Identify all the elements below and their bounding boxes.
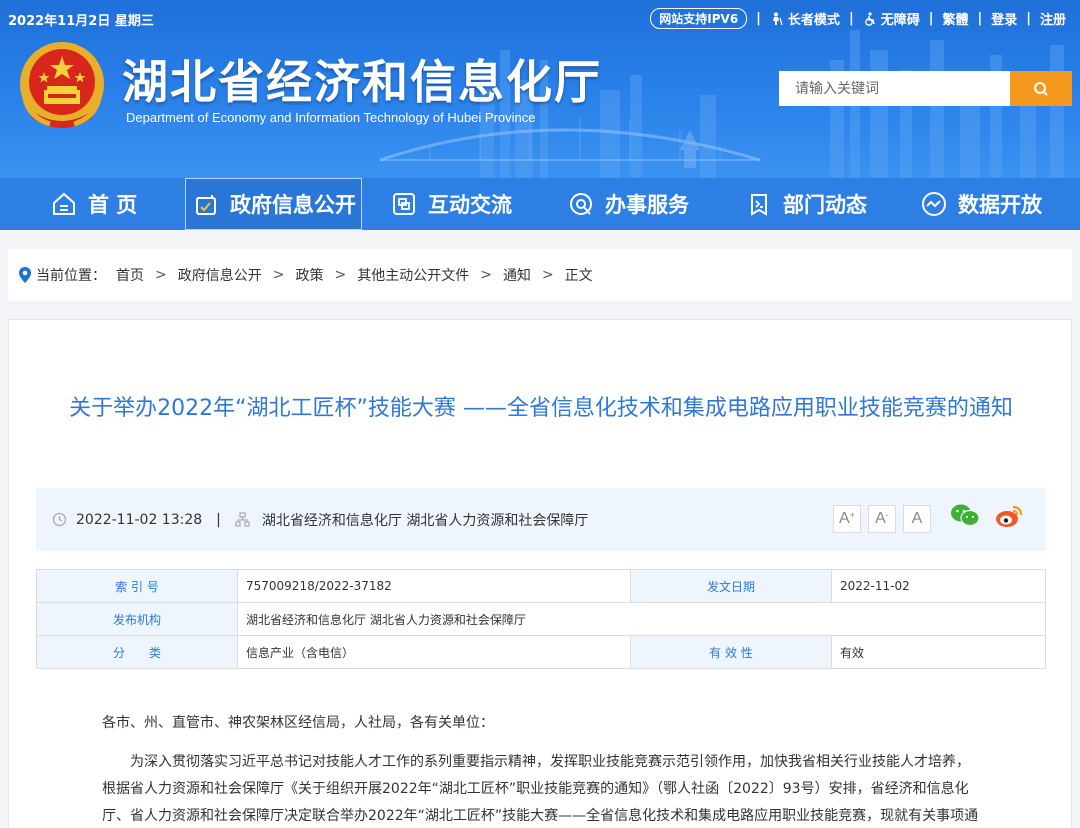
org-icon	[235, 512, 250, 527]
search-input[interactable]	[779, 71, 1010, 106]
nav-label: 政府信息公开	[230, 193, 356, 217]
data-icon	[922, 192, 946, 216]
current-date: 2022年11月2日 星期三	[8, 14, 154, 29]
category-value: 信息产业（含电信）	[237, 635, 631, 669]
site-title: 湖北省经济和信息化厅	[122, 55, 602, 109]
issuing-org-label: 发布机构	[36, 602, 238, 636]
clock-icon	[52, 512, 67, 527]
top-links: 网站支持IPV6 | 长者模式 | 无障碍 | 繁體 | 登录 | 注册	[650, 8, 1066, 29]
elder-mode-label: 长者模式	[787, 13, 840, 28]
divider: |	[1026, 11, 1031, 26]
interact-icon	[393, 193, 415, 215]
traditional-chinese-link[interactable]: 繁體	[942, 9, 968, 28]
nav-label: 办事服务	[605, 193, 689, 217]
elder-icon	[772, 12, 783, 25]
nav-item-interact[interactable]: 互动交流	[390, 178, 540, 230]
divider: |	[216, 511, 221, 528]
breadcrumb-separator: >	[480, 267, 492, 283]
national-emblem-logo	[20, 42, 104, 128]
body-paragraph: 为深入贯彻落实习近平总书记对技能人才工作的系列重要指示精神，发挥职业技能竞赛示范…	[102, 754, 979, 824]
nav-item-news[interactable]: 部门动态	[745, 178, 895, 230]
breadcrumb-label: 当前位置：	[36, 268, 106, 284]
news-icon	[751, 194, 767, 216]
site-subtitle: Department of Economy and Information Te…	[126, 110, 536, 125]
nav-label: 部门动态	[783, 193, 867, 217]
font-increase-label: A	[839, 510, 850, 527]
category-label: 分 类	[36, 635, 238, 669]
divider: |	[977, 11, 983, 26]
breadcrumb: 当前位置： 首页 > 政府信息公开 > 政策 > 其他主动公开文件 > 通知 >…	[8, 249, 1072, 301]
article-body: 各市、州、直管市、神农架林区经信局，人社局，各有关单位： 为深入贯彻落实习近平总…	[102, 710, 982, 828]
nav-item-gov-info[interactable]: 政府信息公开	[185, 178, 362, 230]
index-number-value: 757009218/2022-37182	[237, 569, 631, 603]
font-decrease-button[interactable]: A-	[868, 505, 896, 533]
nav-label: 互动交流	[428, 193, 512, 217]
nav-item-data[interactable]: 数据开放	[920, 178, 1070, 230]
font-decrease-label: A	[875, 510, 886, 527]
font-increase-button[interactable]: A +	[833, 505, 861, 533]
elder-mode-link[interactable]: 长者模式	[770, 9, 840, 28]
breadcrumb-separator: >	[334, 267, 347, 283]
nav-label: 首 页	[88, 193, 138, 217]
ipv6-badge[interactable]: 网站支持IPV6	[650, 8, 748, 29]
nav-item-service[interactable]: 办事服务	[567, 178, 717, 230]
table-row: 发布机构 湖北省经济和信息化厅 湖北省人力资源和社会保障厅	[36, 602, 1046, 636]
divider: |	[756, 11, 761, 26]
register-link[interactable]: 注册	[1040, 9, 1066, 28]
article-meta-bar: 2022-11-02 13:28 | 湖北省经济和信息化厅 湖北省人力资源和社会…	[36, 488, 1046, 551]
divider: |	[848, 11, 854, 26]
nav-label: 数据开放	[958, 193, 1042, 217]
search-icon	[1034, 81, 1048, 96]
nav-item-home[interactable]: 首 页	[50, 178, 180, 230]
breadcrumb-separator: >	[155, 267, 167, 283]
issue-date-label: 发文日期	[630, 569, 832, 603]
wechat-icon[interactable]	[950, 503, 980, 529]
font-reset-label: A	[911, 510, 923, 527]
service-icon	[570, 193, 592, 215]
validity-label: 有 效 性	[630, 635, 832, 669]
breadcrumb-item-gov-info[interactable]: 政府信息公开	[178, 265, 262, 285]
search-button[interactable]	[1010, 71, 1072, 106]
font-size-controls: A + A- A	[833, 505, 931, 533]
accessible-label: 无障碍	[880, 13, 920, 28]
issuing-org-value: 湖北省经济和信息化厅 湖北省人力资源和社会保障厅	[237, 602, 1046, 636]
publish-time: 2022-11-02 13:28	[52, 512, 202, 528]
login-link[interactable]: 登录	[991, 9, 1017, 28]
table-row: 索 引 号 757009218/2022-37182 发文日期 2022-11-…	[36, 569, 1046, 603]
index-number-label: 索 引 号	[36, 569, 238, 603]
publish-time-value: 2022-11-02 13:28	[76, 511, 203, 528]
document-info-table: 索 引 号 757009218/2022-37182 发文日期 2022-11-…	[36, 569, 1046, 669]
table-row: 分 类 信息产业（含电信） 有 效 性 有效	[36, 635, 1046, 669]
divider: |	[928, 11, 934, 26]
breadcrumb-separator: >	[541, 267, 554, 283]
home-icon	[53, 192, 75, 215]
validity-value: 有效	[831, 635, 1046, 669]
weibo-icon[interactable]	[994, 503, 1024, 529]
font-reset-button[interactable]: A	[903, 505, 931, 533]
breadcrumb-item-current: 正文	[564, 268, 593, 284]
info-icon	[196, 195, 216, 215]
wheelchair-icon	[864, 11, 875, 26]
salutation: 各市、州、直管市、神农架林区经信局，人社局，各有关单位：	[102, 715, 494, 731]
breadcrumb-item-notice[interactable]: 通知	[503, 265, 531, 285]
breadcrumb-item-policy[interactable]: 政策	[295, 265, 323, 285]
location-pin-icon	[19, 267, 31, 283]
article-source-value: 湖北省经济和信息化厅 湖北省人力资源和社会保障厅	[261, 512, 589, 529]
top-bar: 2022年11月2日 星期三 网站支持IPV6 | 长者模式 | 无障碍 | 繁…	[0, 0, 1080, 36]
breadcrumb-item-home[interactable]: 首页	[116, 265, 144, 285]
search-box	[779, 71, 1072, 106]
breadcrumb-item-other-files[interactable]: 其他主动公开文件	[357, 265, 469, 285]
breadcrumb-separator: >	[272, 267, 285, 283]
article-title: 关于举办2022年“湖北工匠杯”技能大赛 ——全省信息化技术和集成电路应用职业技…	[69, 396, 1013, 421]
article-source: 湖北省经济和信息化厅 湖北省人力资源和社会保障厅	[235, 510, 588, 530]
issue-date-value: 2022-11-02	[831, 569, 1046, 603]
site-header: 2022年11月2日 星期三 网站支持IPV6 | 长者模式 | 无障碍 | 繁…	[0, 0, 1080, 178]
main-nav: 首 页 政府信息公开 互动交流 办事服务 部门动态 数据开放	[0, 178, 1080, 230]
accessible-link[interactable]: 无障碍	[863, 9, 920, 28]
article-panel: 关于举办2022年“湖北工匠杯”技能大赛 ——全省信息化技术和集成电路应用职业技…	[8, 319, 1072, 828]
share-buttons	[950, 503, 1024, 529]
